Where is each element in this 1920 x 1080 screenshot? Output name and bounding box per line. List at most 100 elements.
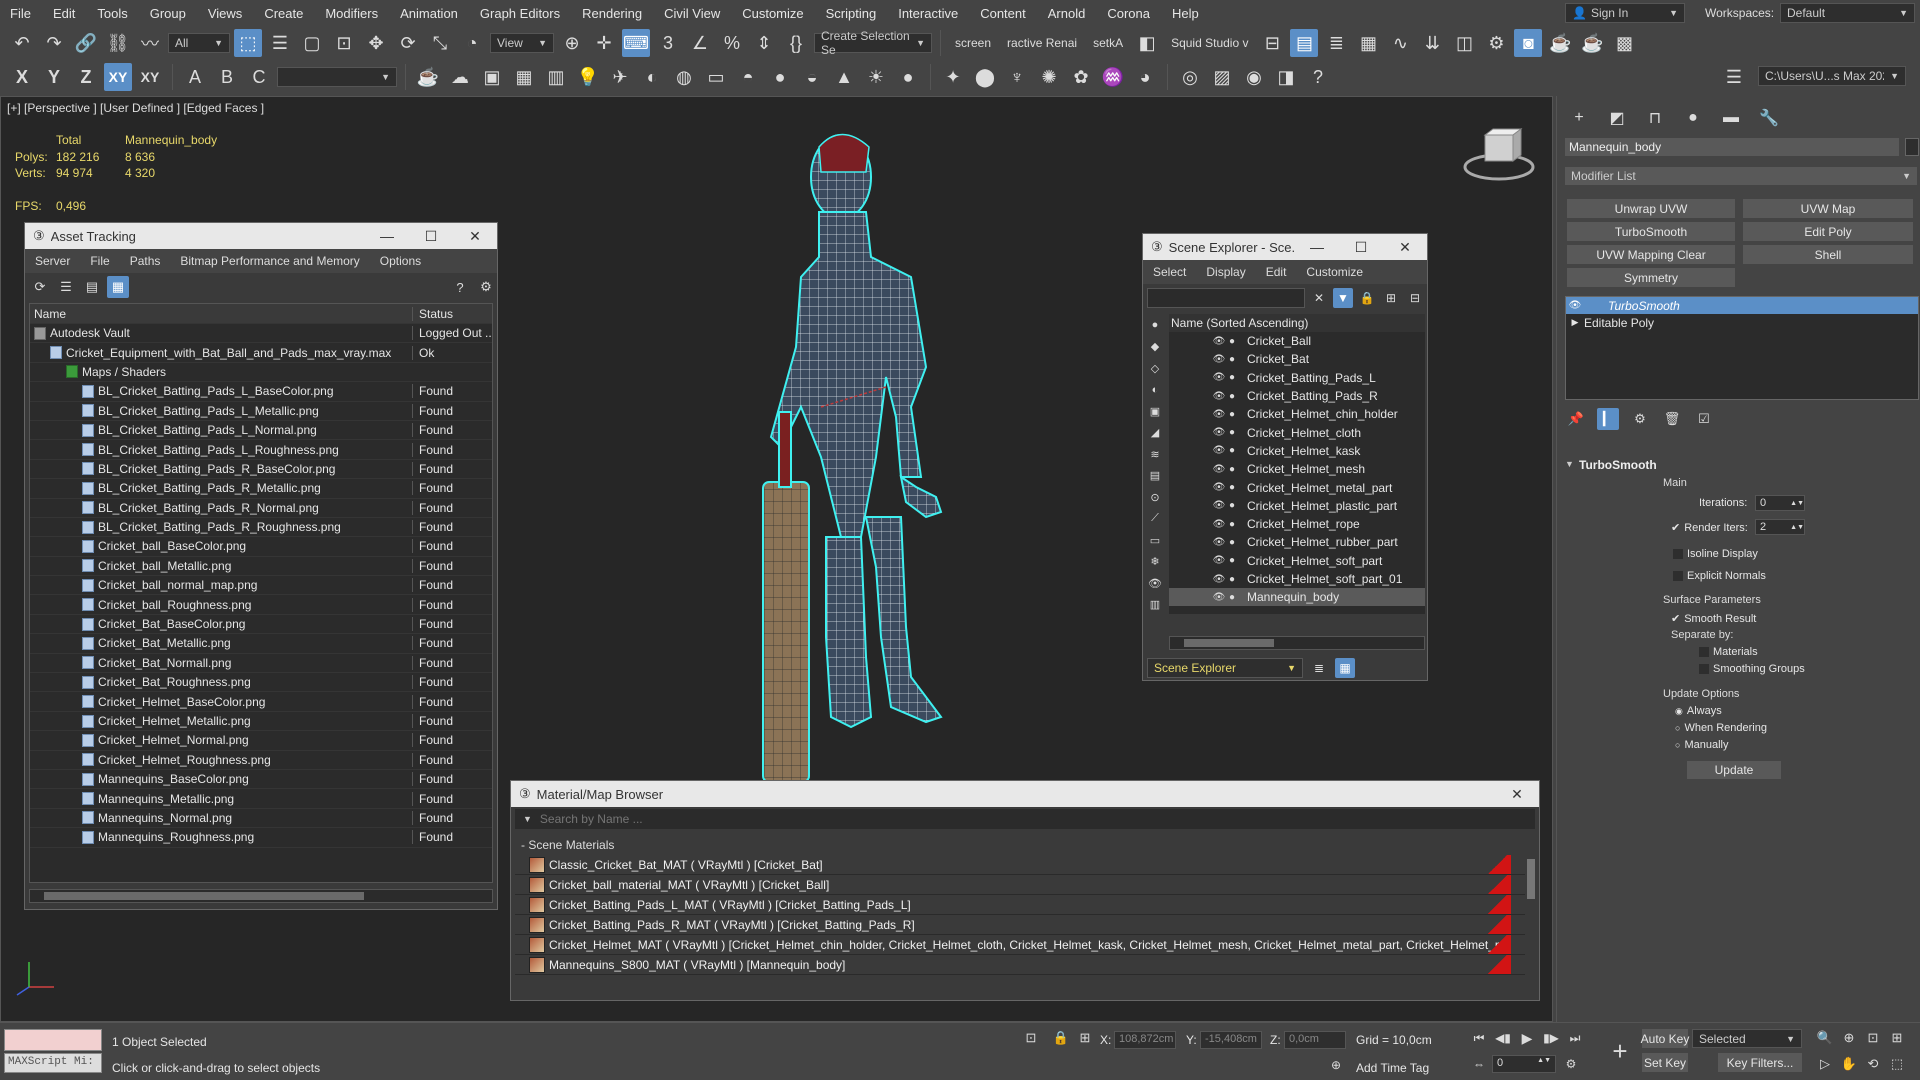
list-item[interactable]: 👁 ● Cricket_Helmet_rope: [1169, 515, 1425, 533]
isoline-display-checkbox[interactable]: Isoline Display: [1673, 548, 1758, 560]
ies-light-icon[interactable]: ▲: [830, 63, 858, 91]
scene-explorer-icon[interactable]: ▤: [1290, 29, 1319, 57]
previous-frame-icon[interactable]: ◀▮: [1492, 1027, 1514, 1049]
list-item[interactable]: 👁 ● Cricket_Batting_Pads_L: [1169, 369, 1425, 387]
zoom-extents-icon[interactable]: ⊡: [1862, 1027, 1884, 1049]
visibility-eye-icon[interactable]: 👁: [1209, 391, 1229, 402]
maximize-viewport-icon[interactable]: ⬚: [1886, 1053, 1908, 1075]
table-row[interactable]: Cricket_ball_Roughness.png Found: [30, 595, 492, 615]
time-configuration-icon[interactable]: ⚙: [1560, 1053, 1582, 1075]
material-item[interactable]: Cricket_Helmet_MAT ( VRayMtl ) [Cricket_…: [515, 935, 1525, 955]
menu-animation[interactable]: Animation: [390, 6, 470, 21]
rotate-icon[interactable]: ⟳: [394, 29, 422, 57]
unlink-icon[interactable]: ⛓: [104, 29, 132, 57]
object-name-field[interactable]: Mannequin_body: [1565, 138, 1899, 156]
utilities-tab-icon[interactable]: 🔧: [1755, 104, 1783, 132]
menu-rendering[interactable]: Rendering: [572, 6, 654, 21]
render-toggle-icon[interactable]: ●: [1229, 574, 1241, 585]
axis-xy-cycle-button[interactable]: XY: [136, 63, 164, 91]
at-menu-paths[interactable]: Paths: [120, 254, 171, 268]
mannequin-model[interactable]: [701, 117, 1021, 797]
spinner-arrows-icon[interactable]: ▲▼: [1537, 1057, 1551, 1071]
key-filters-button[interactable]: Key Filters...: [1718, 1053, 1802, 1072]
go-to-end-icon[interactable]: ⏭: [1564, 1027, 1586, 1049]
scrollbar-thumb[interactable]: [1527, 859, 1535, 899]
material-editor-icon[interactable]: ◫: [1450, 29, 1478, 57]
squid-studio-label[interactable]: Squid Studio v: [1165, 36, 1254, 50]
selection-filter-dropdown[interactable]: All ▼: [168, 33, 230, 53]
spacewarps-icon[interactable]: ≋: [1145, 445, 1165, 464]
render-in-cloud-icon[interactable]: ▩: [1610, 29, 1638, 57]
menu-interactive[interactable]: Interactive: [888, 6, 970, 21]
symmetry-button[interactable]: Symmetry: [1567, 268, 1735, 287]
cloud-icon[interactable]: ☁: [446, 63, 474, 91]
groups-icon[interactable]: ▤: [1145, 467, 1165, 486]
sun-icon[interactable]: ☀: [862, 63, 890, 91]
visibility-eye-icon[interactable]: 👁: [1209, 519, 1229, 530]
table-row[interactable]: Mannequins_BaseColor.png Found: [30, 769, 492, 790]
smoothing-groups-checkbox[interactable]: Smoothing Groups: [1699, 663, 1805, 675]
key-selection-dropdown[interactable]: Selected ▼: [1692, 1029, 1802, 1048]
menu-help[interactable]: Help: [1162, 6, 1211, 21]
geometry-icon[interactable]: ◆: [1145, 338, 1165, 357]
at-menu-options[interactable]: Options: [370, 254, 431, 268]
update-button[interactable]: Update: [1687, 761, 1781, 779]
table-row[interactable]: BL_Cricket_Batting_Pads_R_Normal.png Foun…: [30, 498, 492, 518]
iterations-spinner[interactable]: 0 ▲▼: [1755, 495, 1805, 511]
horizontal-scrollbar[interactable]: [1169, 636, 1425, 650]
menu-customize[interactable]: Customize: [732, 6, 815, 21]
render-iters-checkbox[interactable]: ✔ Render Iters:: [1671, 521, 1748, 535]
schematic-view-icon[interactable]: ⇊: [1418, 29, 1446, 57]
table-row[interactable]: Cricket_Helmet_Metallic.png Found: [30, 711, 492, 732]
visibility-eye-icon[interactable]: 👁: [1209, 555, 1229, 566]
help-icon[interactable]: ?: [449, 276, 471, 298]
snaps-toggle-icon[interactable]: 3: [654, 29, 682, 57]
table-row[interactable]: Cricket_Bat_Metallic.png Found: [30, 634, 492, 654]
lock-icon[interactable]: 🔒: [1357, 288, 1377, 308]
menu-file[interactable]: File: [0, 6, 43, 21]
list-item[interactable]: 👁 ● Cricket_Helmet_cloth: [1169, 423, 1425, 441]
axis-xy-button[interactable]: XY: [104, 63, 132, 91]
table-row[interactable]: Mannequins_Roughness.png Found: [30, 828, 492, 848]
sphere-icon[interactable]: ◐: [638, 63, 666, 91]
render-toggle-icon[interactable]: ●: [1229, 427, 1241, 438]
list-item[interactable]: 👁 ● Cricket_Ball: [1169, 332, 1425, 350]
bones-icon[interactable]: ⟋: [1145, 510, 1165, 529]
table-row[interactable]: BL_Cricket_Batting_Pads_L_BaseColor.png F…: [30, 382, 492, 402]
material-browser-titlebar[interactable]: ③ Material/Map Browser ✕: [511, 781, 1539, 807]
isolate-selection-icon[interactable]: ⊡: [1020, 1027, 1042, 1049]
time-tag-icon[interactable]: ⊕: [1326, 1055, 1346, 1075]
fur-icon[interactable]: ♆: [1003, 63, 1031, 91]
table-row[interactable]: Cricket_Helmet_BaseColor.png Found: [30, 692, 492, 712]
menu-modifiers[interactable]: Modifiers: [315, 6, 390, 21]
list-item[interactable]: 👁 ● Cricket_Bat: [1169, 350, 1425, 368]
spelling-icon[interactable]: B: [213, 63, 241, 91]
pan-icon[interactable]: ✋: [1838, 1053, 1860, 1075]
exposure-icon[interactable]: ◨: [1272, 63, 1300, 91]
maxscript-mini-listener[interactable]: MAXScript Mi:: [4, 1053, 102, 1073]
play-icon[interactable]: ▶: [1516, 1027, 1538, 1049]
table-view-icon[interactable]: ▦: [107, 276, 129, 298]
stack-item-turbosmooth[interactable]: 👁 TurboSmooth: [1566, 297, 1918, 314]
absolute-mode-icon[interactable]: ⊞: [1074, 1027, 1096, 1049]
se-menu-edit[interactable]: Edit: [1256, 265, 1297, 279]
zoom-extents-all-icon[interactable]: ⊞: [1886, 1027, 1908, 1049]
render-toggle-icon[interactable]: ●: [1229, 409, 1241, 420]
view-cube[interactable]: [1459, 125, 1539, 185]
turbosmooth-button[interactable]: TurboSmooth: [1567, 222, 1735, 241]
scrollbar-thumb[interactable]: [1184, 639, 1274, 647]
column-name-header[interactable]: Name (Sorted Ascending): [1169, 314, 1425, 332]
visibility-eye-icon[interactable]: 👁: [1209, 574, 1229, 585]
grid-icon[interactable]: ▥: [542, 63, 570, 91]
filter-icon[interactable]: ▼: [1333, 288, 1353, 308]
visibility-eye-icon[interactable]: 👁: [1209, 537, 1229, 548]
list-item[interactable]: 👁 ● Cricket_Batting_Pads_R: [1169, 387, 1425, 405]
menu-corona[interactable]: Corona: [1097, 6, 1162, 21]
add-time-tag-button[interactable]: Add Time Tag: [1356, 1061, 1429, 1075]
hierarchy-tab-icon[interactable]: ⊓: [1641, 104, 1669, 132]
menu-edit[interactable]: Edit: [43, 6, 87, 21]
select-manipulate-icon[interactable]: ✛: [590, 29, 618, 57]
named-selection-dropdown[interactable]: Create Selection Se ▼: [814, 29, 932, 57]
chevron-right-icon[interactable]: ▶: [1566, 317, 1584, 328]
table-row[interactable]: Cricket_Bat_BaseColor.png Found: [30, 614, 492, 635]
